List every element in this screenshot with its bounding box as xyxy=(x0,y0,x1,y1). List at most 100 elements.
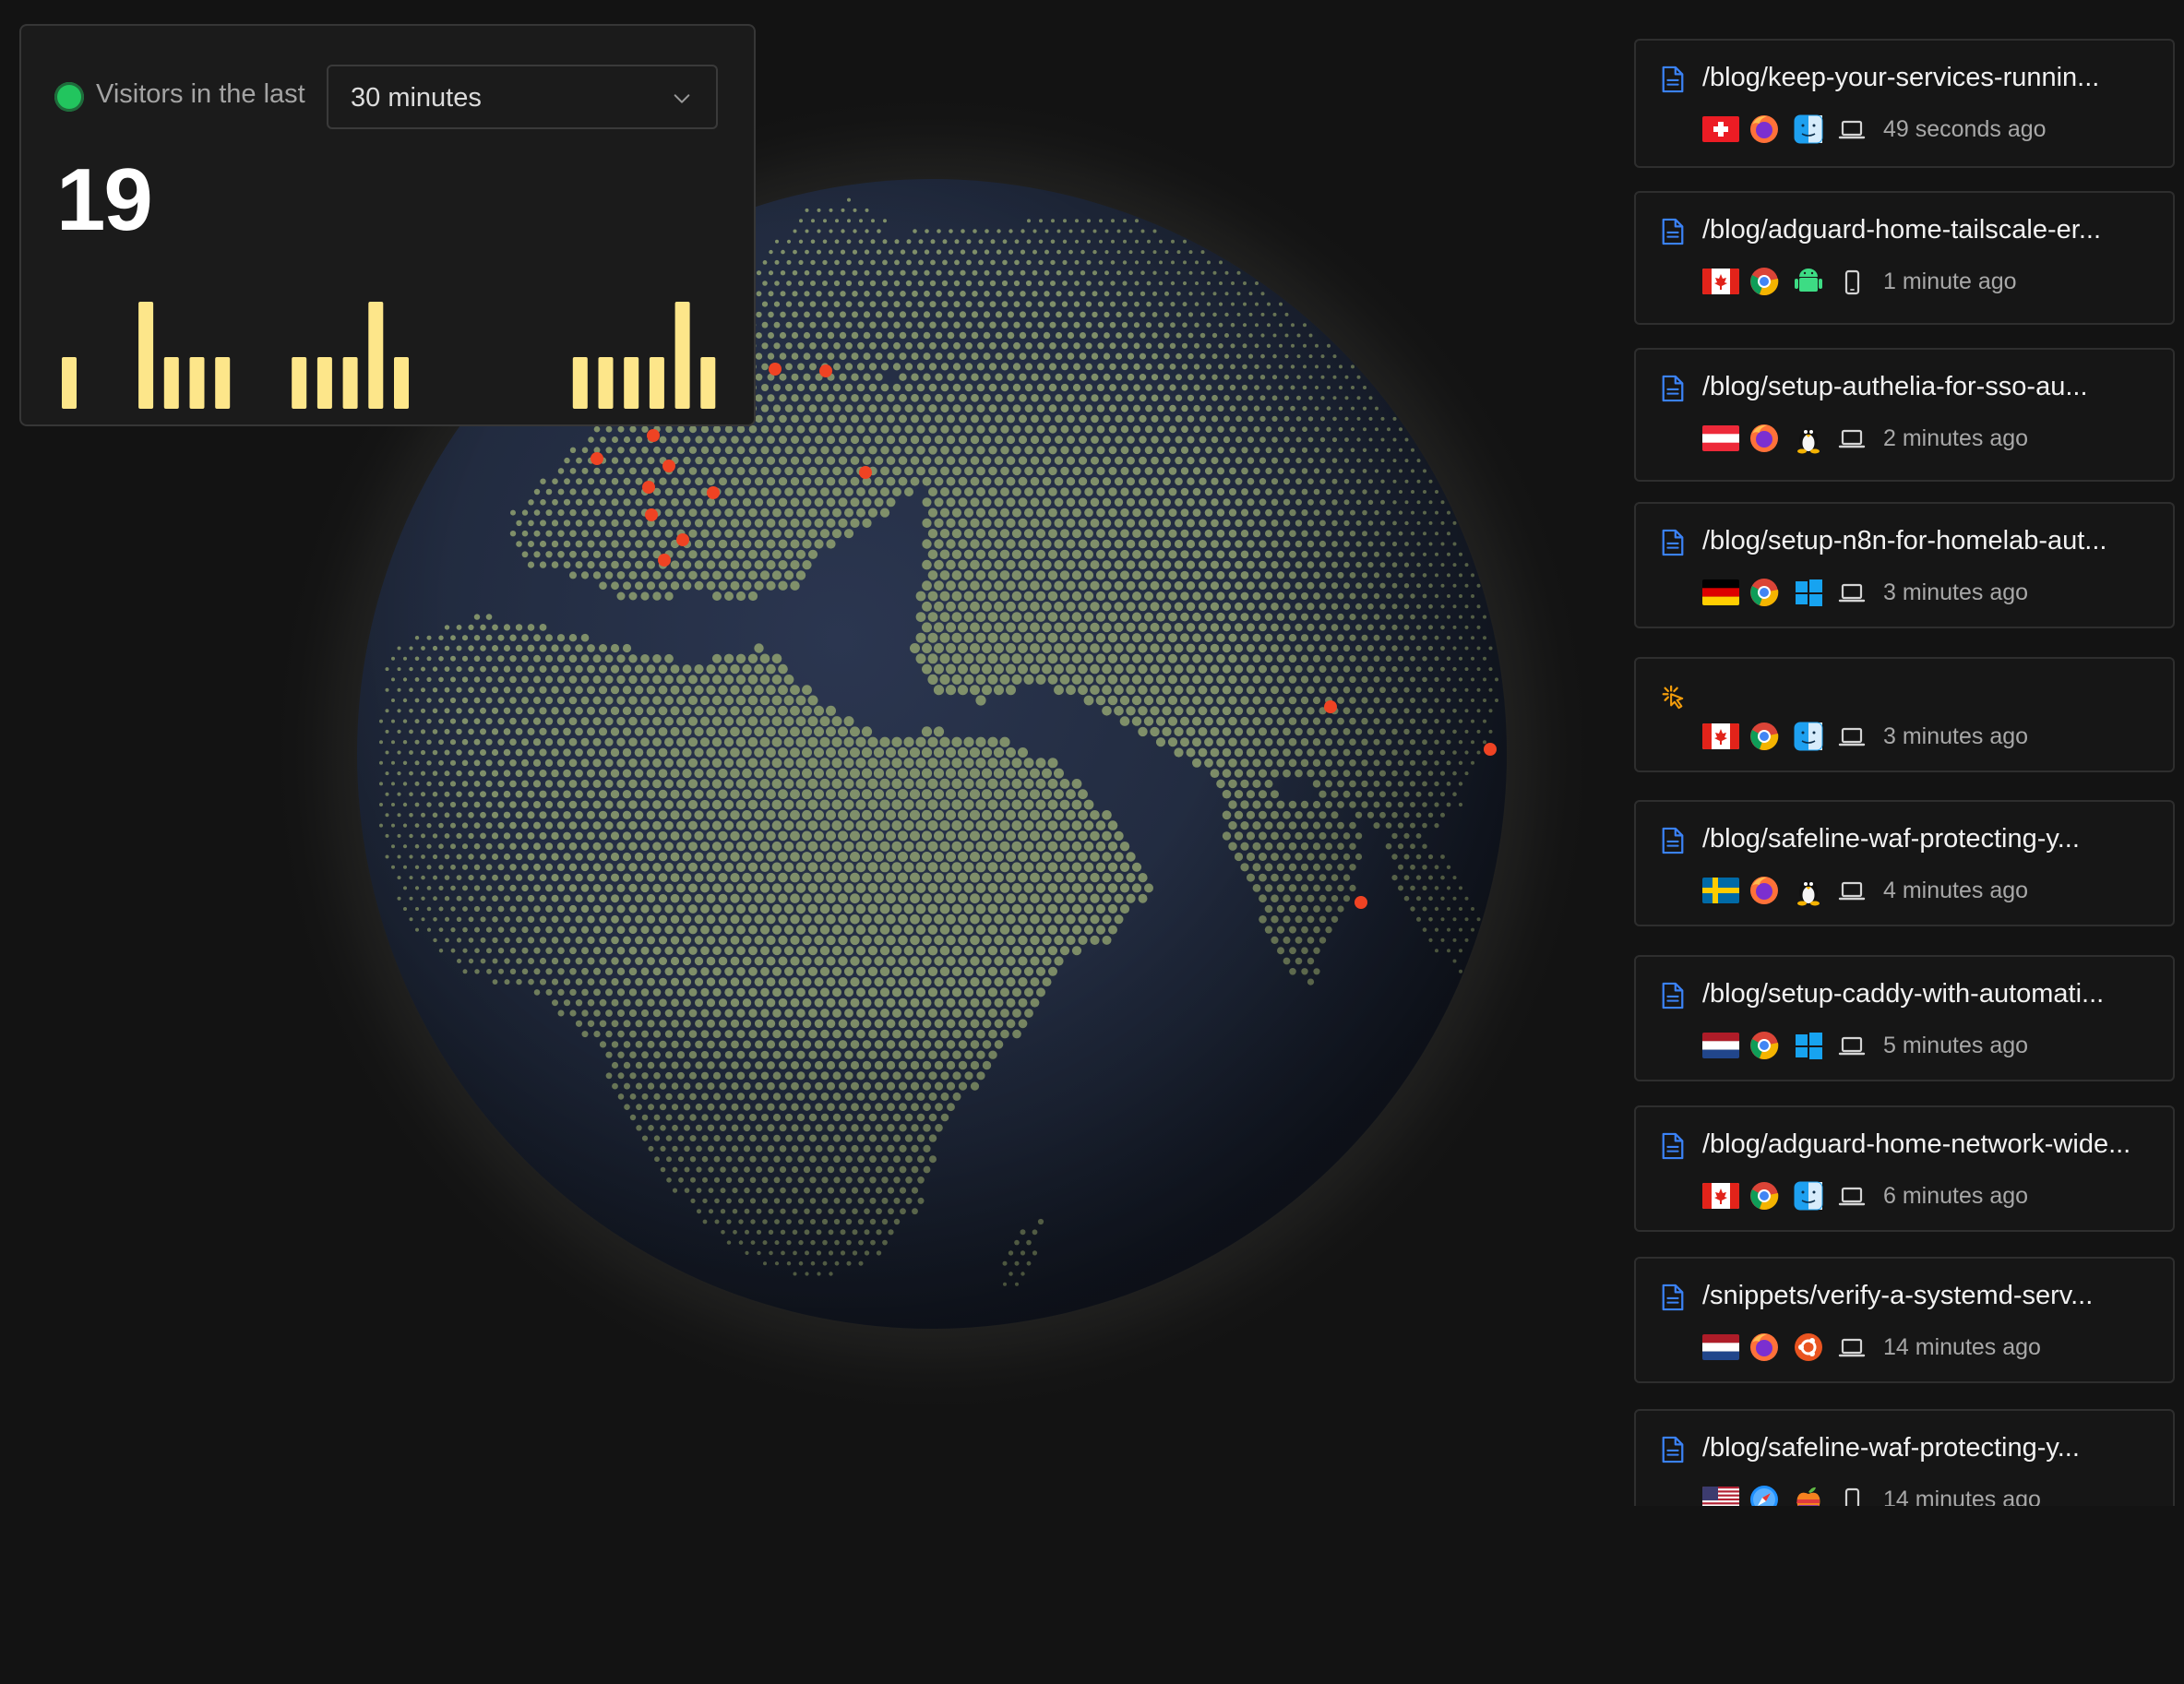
page-view-icon xyxy=(1662,1436,1684,1463)
sparkline-bar xyxy=(215,357,231,409)
visitor-activity-feed[interactable]: /blog/keep-your-services-runnin... 49 sec… xyxy=(1634,39,2177,1506)
visitor-marker xyxy=(647,429,660,442)
visitor-event-card[interactable]: 3 minutes ago xyxy=(1634,657,2175,772)
visitor-count: 19 xyxy=(56,150,153,249)
page-path[interactable]: /blog/adguard-home-network-wide... xyxy=(1702,1129,2130,1160)
firefox-icon xyxy=(1750,1333,1778,1361)
page-path[interactable]: /blog/keep-your-services-runnin... xyxy=(1702,63,2099,93)
chevron-down-icon xyxy=(674,94,690,103)
visitor-event-card[interactable]: /blog/setup-caddy-with-automati... 5 minu… xyxy=(1634,955,2175,1081)
event-time: 3 minutes ago xyxy=(1883,723,2029,749)
macos-finder-icon xyxy=(1794,1181,1823,1211)
sparkline-bar xyxy=(394,357,409,409)
laptop-icon xyxy=(1838,1036,1866,1056)
apple-icon xyxy=(1796,1487,1820,1506)
macos-finder-icon xyxy=(1794,114,1823,144)
windows-icon xyxy=(1796,1033,1822,1059)
firefox-icon xyxy=(1750,877,1778,904)
page-view-icon xyxy=(1662,66,1684,93)
page-view-icon xyxy=(1662,1284,1684,1311)
visitor-marker xyxy=(1324,700,1337,713)
sparkline-bar xyxy=(700,357,716,409)
sparkline-bar xyxy=(62,357,77,409)
visitor-marker xyxy=(658,554,671,567)
event-time: 49 seconds ago xyxy=(1883,116,2047,142)
visitor-event-card[interactable]: /blog/safeline-waf-protecting-y... 14 min… xyxy=(1634,1409,2175,1506)
page-view-icon xyxy=(1662,982,1684,1009)
flag-nl-icon xyxy=(1702,1033,1739,1058)
flag-de-icon xyxy=(1702,579,1739,605)
visitors-label: Visitors in the last xyxy=(96,79,305,109)
laptop-icon xyxy=(1838,1187,1866,1206)
live-status-dot xyxy=(54,82,84,112)
linux-tux-icon xyxy=(1797,428,1820,454)
sparkline-bar xyxy=(674,302,690,409)
sparkline-bar xyxy=(598,357,614,409)
android-icon xyxy=(1795,269,1822,292)
firefox-icon xyxy=(1750,424,1778,452)
visitor-marker xyxy=(642,481,655,494)
page-view-icon xyxy=(1662,375,1684,402)
visitor-marker xyxy=(707,486,720,499)
event-time: 1 minute ago xyxy=(1883,269,2017,294)
visitor-event-card[interactable]: /blog/setup-authelia-for-sso-au... 2 minu… xyxy=(1634,348,2175,482)
chrome-icon xyxy=(1750,1032,1779,1059)
flag-ca-icon xyxy=(1702,269,1739,294)
visitor-marker xyxy=(769,363,782,376)
event-time: 14 minutes ago xyxy=(1883,1487,2041,1506)
page-path[interactable]: /snippets/verify-a-systemd-serv... xyxy=(1702,1281,2093,1311)
page-path[interactable]: /blog/setup-caddy-with-automati... xyxy=(1702,979,2104,1009)
visitor-event-card[interactable]: /blog/adguard-home-tailscale-er... 1 minu… xyxy=(1634,191,2175,325)
flag-at-icon xyxy=(1702,425,1739,451)
event-time: 4 minutes ago xyxy=(1883,878,2029,903)
visitor-event-card[interactable]: /blog/adguard-home-network-wide... 6 minu… xyxy=(1634,1105,2175,1232)
click-event-icon xyxy=(1662,685,1684,710)
event-time: 14 minutes ago xyxy=(1883,1334,2041,1360)
visitor-marker xyxy=(591,452,603,465)
visitor-marker xyxy=(676,533,689,546)
visitor-marker xyxy=(1355,896,1367,909)
flag-nl-icon xyxy=(1702,1334,1739,1360)
visitor-event-card[interactable]: /blog/safeline-waf-protecting-y... 4 minu… xyxy=(1634,800,2175,926)
visitors-panel: Visitors in the last 30 minutes 19 xyxy=(19,24,756,426)
chrome-icon xyxy=(1750,268,1779,295)
visitor-event-card[interactable]: /blog/keep-your-services-runnin... 49 sec… xyxy=(1634,39,2175,168)
visitor-sparkline xyxy=(62,302,716,409)
flag-ca-icon xyxy=(1702,723,1739,749)
sparkline-bar xyxy=(138,302,154,409)
page-path[interactable]: /blog/safeline-waf-protecting-y... xyxy=(1702,1433,2080,1463)
sparkline-bar xyxy=(649,357,664,409)
page-path[interactable]: /blog/setup-authelia-for-sso-au... xyxy=(1702,372,2088,402)
page-path[interactable]: /blog/safeline-waf-protecting-y... xyxy=(1702,824,2080,854)
visitor-event-card[interactable]: /blog/setup-n8n-for-homelab-aut... 3 minu… xyxy=(1634,502,2175,628)
phone-icon xyxy=(1844,269,1860,295)
laptop-icon xyxy=(1838,429,1866,448)
ubuntu-icon xyxy=(1795,1333,1822,1361)
linux-tux-icon xyxy=(1797,880,1820,906)
visitor-event-card[interactable]: /snippets/verify-a-systemd-serv... 14 min… xyxy=(1634,1257,2175,1383)
page-path[interactable]: /blog/setup-n8n-for-homelab-aut... xyxy=(1702,526,2106,556)
macos-finder-icon xyxy=(1794,722,1823,751)
laptop-icon xyxy=(1838,1338,1866,1357)
page-path[interactable]: /blog/adguard-home-tailscale-er... xyxy=(1702,215,2101,245)
chrome-icon xyxy=(1750,579,1779,606)
sparkline-bar xyxy=(292,357,307,409)
chrome-icon xyxy=(1750,723,1779,750)
safari-icon xyxy=(1750,1486,1778,1506)
time-range-select[interactable]: 30 minutes xyxy=(327,65,718,129)
page-view-icon xyxy=(1662,218,1684,245)
flag-us-icon xyxy=(1702,1487,1739,1506)
firefox-icon xyxy=(1750,115,1778,143)
flag-ca-icon xyxy=(1702,1183,1739,1209)
time-range-value: 30 minutes xyxy=(351,83,482,113)
sparkline-bar xyxy=(163,357,179,409)
visitor-marker xyxy=(662,460,675,472)
windows-icon xyxy=(1796,579,1822,606)
sparkline-bar xyxy=(572,357,588,409)
flag-se-icon xyxy=(1702,878,1739,903)
chrome-icon xyxy=(1750,1182,1779,1210)
sparkline-bar xyxy=(342,357,358,409)
sparkline-bar xyxy=(189,357,205,409)
page-view-icon xyxy=(1662,1132,1684,1160)
visitor-marker xyxy=(1484,743,1497,756)
